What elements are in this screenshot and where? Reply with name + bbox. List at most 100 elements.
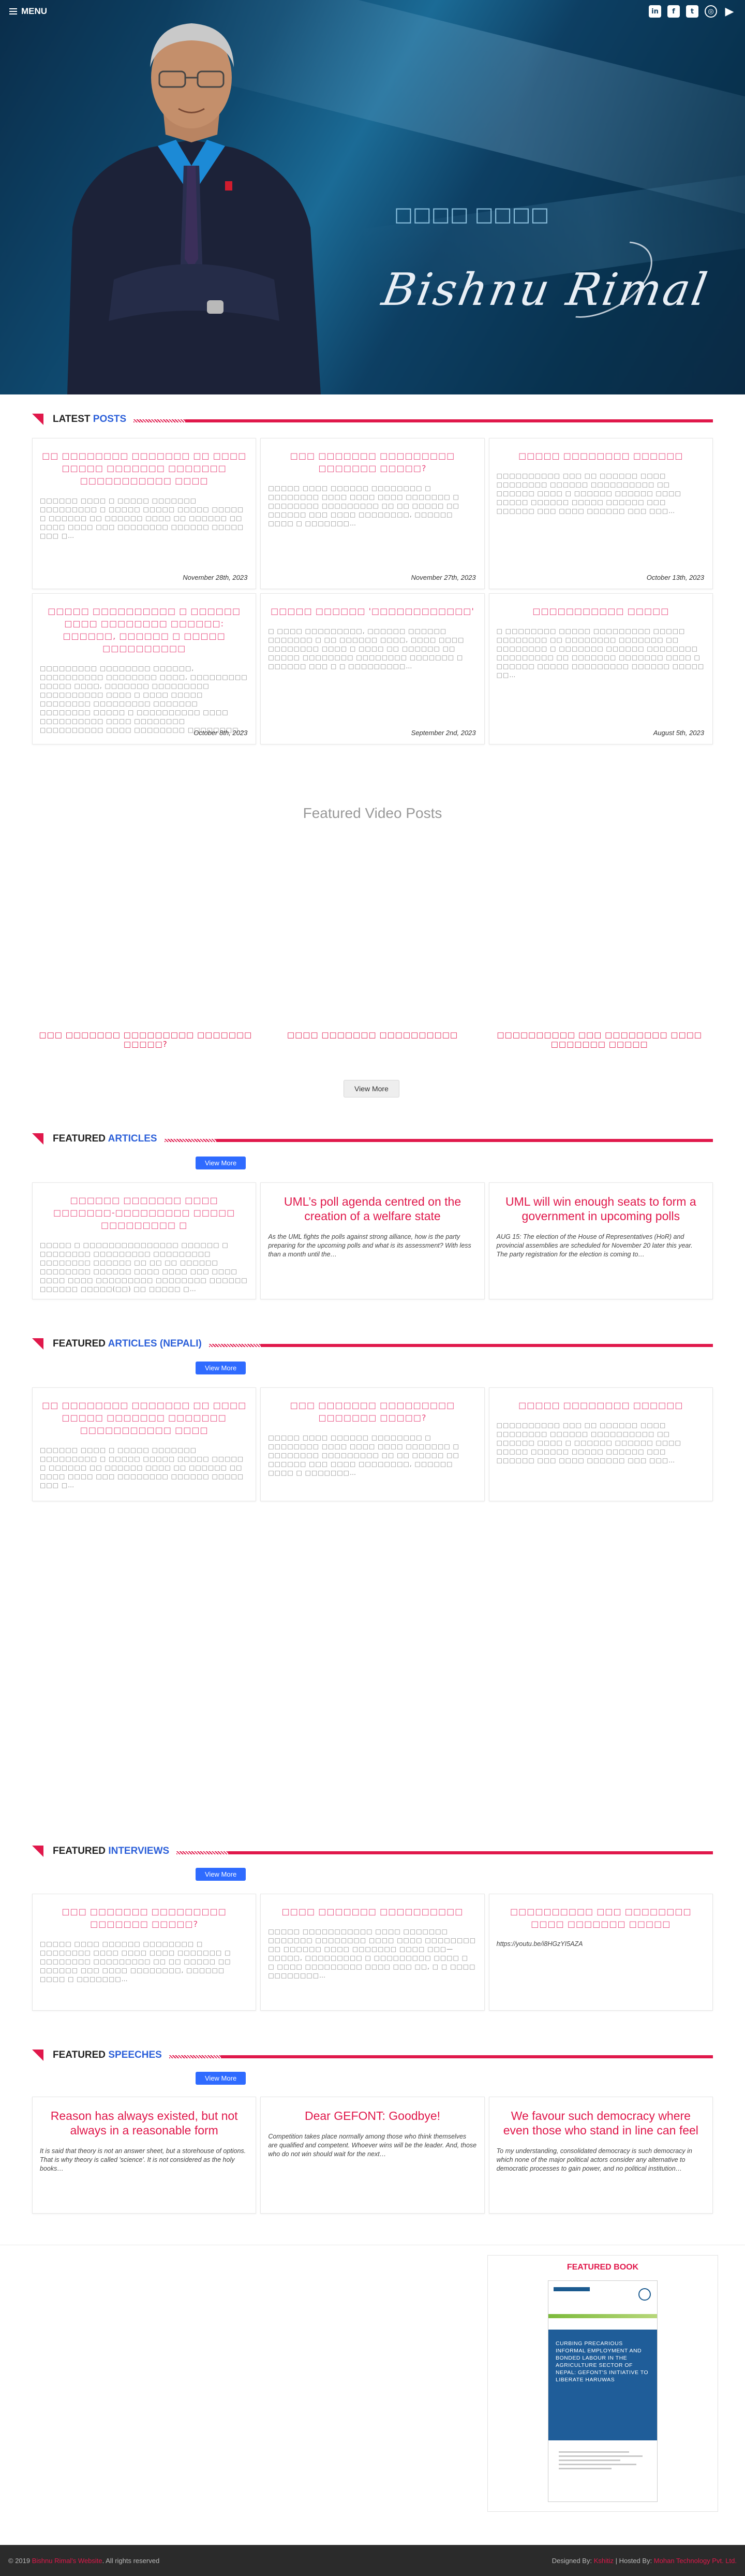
linkedin-icon[interactable]: in bbox=[649, 5, 661, 18]
view-more-nepali-articles-button[interactable]: View More bbox=[196, 1362, 246, 1374]
cover-header-bar bbox=[554, 2287, 590, 2291]
post-card-title[interactable]: □□□□□ □□□□□□□□□□ □ □□□□□□ □□□□ □□□□□□□□ … bbox=[40, 605, 248, 655]
copyright-text: © 2019 Bishnu Rimal's Website. All right… bbox=[8, 2556, 160, 2565]
section-heading-featured-articles-nepali: FEATURED ARTICLES (NEPALI) bbox=[32, 1337, 713, 1351]
speech-card-excerpt: To my understanding, consolidated democr… bbox=[496, 2147, 692, 2172]
interview-card-title[interactable]: □□□ □□□□□□□ □□□□□□□□□ □□□□□□□ □□□□□? bbox=[40, 1906, 248, 1930]
post-card-title[interactable]: □□□□□ □□□□□□□□ □□□□□□ bbox=[497, 450, 705, 462]
host-link[interactable]: Mohan Technology Pvt. Ltd. bbox=[654, 2557, 737, 2565]
section-divider bbox=[208, 1344, 713, 1347]
youtube-icon[interactable]: ▶ bbox=[723, 5, 736, 18]
speech-card-title[interactable]: Reason has always existed, but not alway… bbox=[40, 2109, 248, 2138]
menu-label: MENU bbox=[21, 6, 48, 16]
nepali-article-card[interactable]: □□□ □□□□□□□ □□□□□□□□□ □□□□□□□ □□□□□? □□□□… bbox=[260, 1387, 485, 1501]
section-title: LATEST POSTS bbox=[53, 414, 127, 425]
site-name-link[interactable]: Bishnu Rimal's Website bbox=[32, 2557, 102, 2565]
article-card-title[interactable]: □□□□□□ □□□□□□□ □□□□ □□□□□□□-□□□□□□□□□ □□… bbox=[40, 1194, 248, 1232]
view-more-interviews-button[interactable]: View More bbox=[196, 1868, 246, 1881]
section-marker-icon bbox=[32, 1846, 43, 1857]
post-date: November 28th, 2023 bbox=[183, 574, 248, 581]
speech-card[interactable]: Dear GEFONT: Goodbye! Competition takes p… bbox=[260, 2097, 485, 2214]
featured-nepali-articles-grid: □□ □□□□□□□□ □□□□□□□ □□ □□□□ □□□□□ □□□□□□… bbox=[32, 1387, 713, 1501]
ilo-logo-icon bbox=[638, 2288, 651, 2301]
post-card-excerpt: □ □□□□□□□□ □□□□□ □□□□□□□□□ □□□□□ □□□□□□□… bbox=[496, 627, 705, 679]
nepali-article-card-title[interactable]: □□□□□ □□□□□□□□ □□□□□□ bbox=[497, 1399, 705, 1412]
featured-book-heading: FEATURED BOOK bbox=[567, 2263, 639, 2272]
post-card[interactable]: □□□□□ □□□□□□□□□□ □ □□□□□□ □□□□ □□□□□□□□ … bbox=[32, 593, 257, 744]
video-post-title[interactable]: □□□□ □□□□□□□ □□□□□□□□□□ bbox=[259, 1030, 486, 1049]
post-card-title[interactable]: □□□ □□□□□□□ □□□□□□□□□ □□□□□□□ □□□□□? bbox=[268, 450, 476, 475]
post-card[interactable]: □□ □□□□□□□□ □□□□□□□ □□ □□□□ □□□□□ □□□□□□… bbox=[32, 438, 257, 589]
speech-card-title[interactable]: We favour such democracy where even thos… bbox=[497, 2109, 705, 2138]
article-card[interactable]: UML will win enough seats to form a gove… bbox=[488, 1182, 713, 1299]
section-title: FEATURED ARTICLES (NEPALI) bbox=[53, 1338, 202, 1349]
nepali-article-card[interactable]: □□□□□ □□□□□□□□ □□□□□□ □□□□□□□□□□ □□□ □□ □… bbox=[488, 1387, 713, 1501]
interview-card-excerpt: □□□□□ □□□□□□□□□□□ □□□□ □□□□□□□ □□□□□□□ □… bbox=[268, 1928, 476, 1979]
portrait-photo bbox=[67, 23, 321, 394]
social-links: in f t ◎ ▶ bbox=[649, 5, 736, 18]
menu-button[interactable]: MENU bbox=[9, 6, 47, 17]
post-card[interactable]: □□□□□□□□□□□ □□□□□ □ □□□□□□□□ □□□□□ □□□□□□… bbox=[488, 593, 713, 744]
article-card-excerpt: AUG 15: The election of the House of Rep… bbox=[496, 1233, 693, 1258]
section-title: FEATURED ARTICLES bbox=[53, 1133, 157, 1144]
speech-card-title[interactable]: Dear GEFONT: Goodbye! bbox=[268, 2109, 476, 2123]
section-marker-icon bbox=[32, 2050, 43, 2061]
post-card[interactable]: □□□□□ □□□□□□ '□□□□□□□□□□□□' □ □□□□ □□□□□□… bbox=[260, 593, 485, 744]
nepali-article-card-title[interactable]: □□ □□□□□□□□ □□□□□□□ □□ □□□□ □□□□□ □□□□□□… bbox=[40, 1399, 248, 1437]
post-card[interactable]: □□□ □□□□□□□ □□□□□□□□□ □□□□□□□ □□□□□? □□□□… bbox=[260, 438, 485, 589]
post-card-title[interactable]: □□□□□ □□□□□□ '□□□□□□□□□□□□' bbox=[268, 605, 476, 618]
interview-card[interactable]: □□□□ □□□□□□□ □□□□□□□□□□ □□□□□ □□□□□□□□□□□… bbox=[260, 1894, 485, 2011]
interview-card-excerpt: □□□□□ □□□□ □□□□□□ □□□□□□□□ □ □□□□□□□□ □□… bbox=[40, 1940, 231, 1983]
interview-card-title[interactable]: □□□□□□□□□□ □□□ □□□□□□□□ □□□□ □□□□□□□ □□□… bbox=[497, 1906, 705, 1930]
section-divider bbox=[133, 419, 713, 422]
facebook-icon[interactable]: f bbox=[667, 5, 680, 18]
section-divider bbox=[176, 1851, 713, 1854]
section-heading-latest-posts: LATEST POSTS bbox=[32, 412, 713, 427]
video-post-title[interactable]: □□□ □□□□□□□ □□□□□□□□□ □□□□□□□ □□□□□? bbox=[32, 1030, 259, 1049]
twitter-icon[interactable]: t bbox=[686, 5, 698, 18]
interview-card-title[interactable]: □□□□ □□□□□□□ □□□□□□□□□□ bbox=[268, 1906, 476, 1918]
signature-nepali: □□□□ □□□□ bbox=[394, 203, 549, 226]
book-cover[interactable]: CURBING PRECARIOUS INFORMAL EMPLOYMENT A… bbox=[548, 2280, 658, 2502]
section-heading-featured-speeches: FEATURED SPEECHES bbox=[32, 2048, 713, 2062]
article-card-title[interactable]: UML will win enough seats to form a gove… bbox=[497, 1194, 705, 1223]
featured-articles-grid: □□□□□□ □□□□□□□ □□□□ □□□□□□□-□□□□□□□□□ □□… bbox=[32, 1182, 713, 1299]
section-marker-icon bbox=[32, 1133, 43, 1145]
cover-text-lines bbox=[548, 2440, 657, 2480]
post-card-excerpt: □ □□□□ □□□□□□□□□, □□□□□□ □□□□□□ □□□□□□□ … bbox=[268, 627, 465, 670]
post-card-excerpt: □□□□□ □□□□ □□□□□□ □□□□□□□□ □ □□□□□□□□ □□… bbox=[268, 485, 459, 527]
featured-speeches-grid: Reason has always existed, but not alway… bbox=[32, 2097, 713, 2214]
post-card-title[interactable]: □□□□□□□□□□□ □□□□□ bbox=[497, 605, 705, 618]
view-more-videos-button[interactable]: View More bbox=[344, 1080, 399, 1097]
interview-card[interactable]: □□□□□□□□□□ □□□ □□□□□□□□ □□□□ □□□□□□□ □□□… bbox=[488, 1894, 713, 2011]
video-posts-grid: □□□ □□□□□□□ □□□□□□□□□ □□□□□□□ □□□□□? □□□□… bbox=[32, 1030, 713, 1049]
post-card-excerpt: □□□□□□□□□ □□□□□□□□ □□□□□□, □□□□□□□□□□ □□… bbox=[40, 665, 248, 734]
post-card[interactable]: □□□□□ □□□□□□□□ □□□□□□ □□□□□□□□□□ □□□ □□ □… bbox=[488, 438, 713, 589]
view-more-speeches-button[interactable]: View More bbox=[196, 2072, 246, 2085]
nepali-article-card[interactable]: □□ □□□□□□□□ □□□□□□□ □□ □□□□ □□□□□ □□□□□□… bbox=[32, 1387, 257, 1501]
article-card[interactable]: UML’s poll agenda centred on the creatio… bbox=[260, 1182, 485, 1299]
interview-card[interactable]: □□□ □□□□□□□ □□□□□□□□□ □□□□□□□ □□□□□? □□□□… bbox=[32, 1894, 257, 2011]
speech-card[interactable]: Reason has always existed, but not alway… bbox=[32, 2097, 257, 2214]
view-more-articles-button[interactable]: View More bbox=[196, 1157, 246, 1169]
post-date: August 5th, 2023 bbox=[653, 729, 704, 737]
nepali-article-card-title[interactable]: □□□ □□□□□□□ □□□□□□□□□ □□□□□□□ □□□□□? bbox=[268, 1399, 476, 1424]
video-post-title[interactable]: □□□□□□□□□□ □□□ □□□□□□□□ □□□□ □□□□□□□ □□□… bbox=[486, 1030, 713, 1049]
post-card-excerpt: □□□□□□ □□□□ □ □□□□□ □□□□□□□ □□□□□□□□□ □ … bbox=[40, 497, 244, 539]
post-date: September 2nd, 2023 bbox=[411, 729, 476, 737]
featured-book-widget: FEATURED BOOK CURBING PRECARIOUS INFORMA… bbox=[487, 2255, 718, 2512]
instagram-icon[interactable]: ◎ bbox=[705, 5, 717, 18]
post-card-excerpt: □□□□□□□□□□ □□□ □□ □□□□□□ □□□□ □□□□□□□□ □… bbox=[496, 472, 681, 515]
nepali-article-card-excerpt: □□□□□□□□□□ □□□ □□ □□□□□□ □□□□ □□□□□□□□ □… bbox=[496, 1422, 681, 1464]
hamburger-icon bbox=[9, 8, 17, 14]
designer-link[interactable]: Kshitiz bbox=[594, 2557, 614, 2565]
article-card[interactable]: □□□□□□ □□□□□□□ □□□□ □□□□□□□-□□□□□□□□□ □□… bbox=[32, 1182, 257, 1299]
book-cover-title: CURBING PRECARIOUS INFORMAL EMPLOYMENT A… bbox=[556, 2340, 649, 2383]
post-date: October 8th, 2023 bbox=[193, 729, 248, 737]
cover-green-strip bbox=[548, 2314, 657, 2318]
credits-text: Designed By: Kshitiz | Hosted By: Mohan … bbox=[552, 2556, 737, 2565]
speech-card-excerpt: Competition takes place normally among t… bbox=[268, 2133, 477, 2158]
article-card-title[interactable]: UML’s poll agenda centred on the creatio… bbox=[268, 1194, 476, 1223]
post-card-title[interactable]: □□ □□□□□□□□ □□□□□□□ □□ □□□□ □□□□□ □□□□□□… bbox=[40, 450, 248, 487]
speech-card[interactable]: We favour such democracy where even thos… bbox=[488, 2097, 713, 2214]
